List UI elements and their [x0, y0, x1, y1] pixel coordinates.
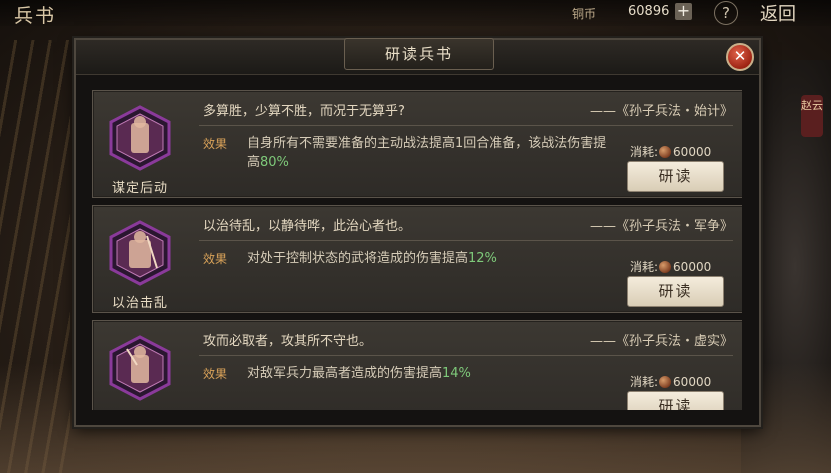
- study-button[interactable]: 研读: [627, 391, 724, 410]
- top-bar: 兵书 铜币 60896 + ? 返回: [0, 0, 831, 27]
- divider: [199, 355, 733, 356]
- book-quote: 以治待乱，以静待哗，此治心者也。: [203, 219, 412, 234]
- screen-title: 兵书: [14, 5, 57, 27]
- add-currency-button[interactable]: +: [675, 3, 692, 20]
- divider: [199, 240, 733, 241]
- currency-label: 铜币: [572, 7, 597, 21]
- effect-label: 效果: [203, 137, 228, 151]
- effect-description: 对敌军兵力最高者造成的伤害提高14%: [247, 366, 471, 381]
- dialog-title-plate: 研读兵书: [344, 38, 494, 70]
- skill-emblem-icon: [107, 105, 173, 171]
- copper-coin-icon: [659, 261, 672, 273]
- book-card: 谋定后动 多算胜，少算不胜，而况于无算乎? ——《孙子兵法・始计》 效果 自身所…: [92, 90, 742, 198]
- book-card: 攻而必取者，攻其所不守也。 ——《孙子兵法・虚实》 效果 对敌军兵力最高者造成的…: [92, 320, 742, 410]
- cost-value: 60000: [673, 260, 712, 274]
- cost-display: 消耗: 60000: [630, 260, 712, 274]
- study-book-dialog: 研读兵书 ✕ 谋定后动 多算胜，少算不胜，而况于无算乎? ——《孙子兵法・始计》…: [74, 38, 761, 427]
- book-quote: 多算胜，少算不胜，而况于无算乎?: [203, 104, 405, 119]
- cost-display: 消耗: 60000: [630, 145, 712, 159]
- effect-label: 效果: [203, 252, 228, 266]
- book-list[interactable]: 谋定后动 多算胜，少算不胜，而况于无算乎? ——《孙子兵法・始计》 效果 自身所…: [92, 90, 742, 410]
- book-source: ——《孙子兵法・虚实》: [589, 334, 733, 349]
- copper-coin-icon: [659, 376, 672, 388]
- cost-value: 60000: [673, 145, 712, 159]
- copper-coin-icon: [659, 146, 672, 158]
- skill-name: 以治击乱: [111, 296, 168, 311]
- character-name-tag: 赵云: [801, 95, 823, 137]
- effect-percent: 12%: [468, 251, 497, 266]
- skill-emblem-icon: [107, 220, 173, 286]
- help-button[interactable]: ?: [714, 1, 738, 25]
- effect-description: 对处于控制状态的武将造成的伤害提高12%: [247, 251, 497, 266]
- skill-name: 谋定后动: [111, 181, 168, 196]
- dialog-header: 研读兵书 ✕: [76, 38, 759, 75]
- effect-label: 效果: [203, 367, 228, 381]
- dialog-title: 研读兵书: [384, 45, 453, 63]
- back-button[interactable]: 返回: [760, 0, 796, 26]
- divider: [199, 125, 733, 126]
- book-source: ——《孙子兵法・军争》: [589, 219, 733, 234]
- effect-percent: 80%: [260, 155, 289, 170]
- book-card: 以治击乱 以治待乱，以静待哗，此治心者也。 ——《孙子兵法・军争》 效果 对处于…: [92, 205, 742, 313]
- cost-value: 60000: [673, 375, 712, 389]
- currency-value: 60896: [628, 4, 670, 19]
- book-quote: 攻而必取者，攻其所不守也。: [203, 334, 373, 349]
- close-button[interactable]: ✕: [726, 43, 754, 71]
- book-source: ——《孙子兵法・始计》: [589, 104, 733, 119]
- skill-emblem-icon: [107, 335, 173, 401]
- effect-description: 自身所有不需要准备的主动战法提高1回合准备，该战法伤害提高80%: [247, 136, 607, 170]
- study-button[interactable]: 研读: [627, 161, 724, 192]
- cost-display: 消耗: 60000: [630, 375, 712, 389]
- study-button[interactable]: 研读: [627, 276, 724, 307]
- effect-percent: 14%: [442, 366, 471, 381]
